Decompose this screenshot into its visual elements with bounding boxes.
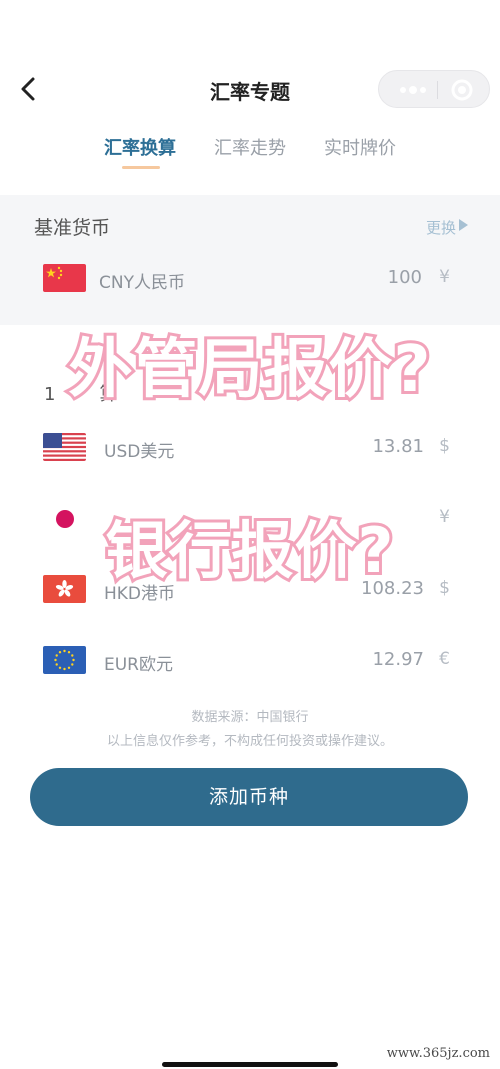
base-currency-row[interactable]: CNY人民币 100 ¥: [0, 257, 500, 305]
currency-row-usd[interactable]: USD美元 13.81 $: [0, 426, 500, 474]
currency-amount[interactable]: 13.81: [372, 436, 424, 457]
active-tab-indicator: [122, 166, 160, 169]
overlay-caption-line2: 银行报价?: [103, 511, 397, 590]
mini-program-capsule: [378, 70, 490, 108]
tab-exchange-calculator[interactable]: 汇率换算: [104, 134, 176, 160]
triangle-right-icon[interactable]: [458, 219, 468, 231]
currency-row-eur[interactable]: EUR欧元 12.97 €: [0, 639, 500, 687]
china-flag-icon: [43, 264, 86, 292]
overlay-caption-line1: 外管局报价?: [65, 330, 433, 410]
currency-name: USD美元: [104, 442, 175, 462]
tab-realtime-rates[interactable]: 实时牌价: [324, 134, 396, 160]
currency-symbol: €: [439, 649, 450, 669]
base-currency-title: 基准货币: [34, 217, 111, 239]
base-currency-name: CNY人民币: [99, 273, 185, 293]
base-currency-panel: 基准货币 更换 CNY人民币 100 ¥: [0, 195, 500, 325]
currency-name: EUR欧元: [104, 655, 173, 675]
site-watermark: www.365jz.com: [386, 1046, 490, 1061]
navigation-bar: 汇率专题: [0, 60, 500, 120]
tab-bar: 汇率换算 汇率走势 实时牌价: [0, 130, 500, 180]
currency-symbol: $: [439, 436, 450, 456]
usa-flag-icon: [43, 433, 86, 461]
change-base-button[interactable]: 更换: [426, 217, 456, 238]
home-indicator[interactable]: [162, 1062, 338, 1067]
base-currency-symbol: ¥: [439, 267, 450, 287]
add-currency-button[interactable]: 添加币种: [30, 768, 468, 826]
capsule-divider: [437, 81, 438, 99]
eu-flag-icon: [43, 646, 86, 674]
disclaimer-text: 以上信息仅作参考，不构成任何投资或操作建议。: [106, 734, 393, 749]
base-currency-amount[interactable]: 100: [388, 267, 422, 288]
currency-amount[interactable]: 12.97: [372, 649, 424, 670]
data-source-text: 数据来源：中国银行: [191, 710, 309, 725]
more-dots-icon[interactable]: [397, 81, 429, 99]
target-ring-icon[interactable]: [451, 79, 473, 101]
tab-exchange-trend[interactable]: 汇率走势: [214, 134, 286, 160]
